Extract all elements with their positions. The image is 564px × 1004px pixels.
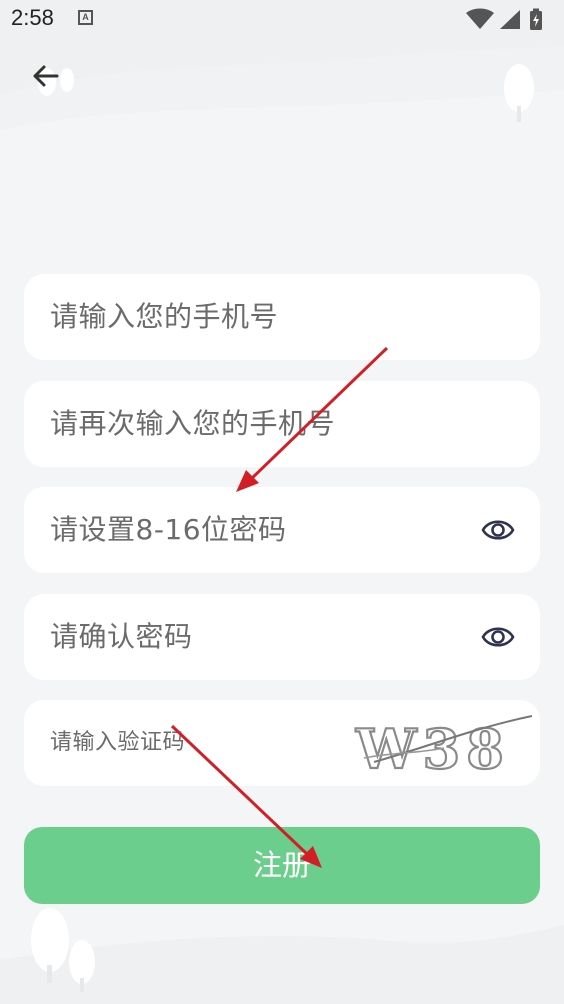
eye-icon[interactable] [481, 515, 515, 545]
captcha-placeholder: 请输入验证码 [50, 730, 186, 755]
phone-confirm-field[interactable]: 请再次输入您的手机号 [24, 381, 540, 467]
password-field[interactable]: 请设置8-16位密码 [24, 487, 540, 573]
status-bar: 2:58 A [0, 0, 564, 38]
password-confirm-field[interactable]: 请确认密码 [24, 594, 540, 680]
battery-charging-icon [530, 8, 542, 30]
eye-icon[interactable] [481, 622, 515, 652]
signal-icon [500, 10, 520, 29]
a-icon: A [78, 10, 93, 25]
wifi-icon [466, 8, 494, 29]
back-button[interactable] [26, 58, 66, 94]
phone-placeholder: 请输入您的手机号 [50, 300, 279, 333]
status-icons [466, 8, 542, 30]
captcha-image[interactable]: W38 [334, 708, 534, 780]
arrow-left-icon [33, 65, 59, 87]
register-button[interactable]: 注册 [24, 827, 540, 904]
status-time: 2:58 [11, 5, 54, 30]
phone-confirm-placeholder: 请再次输入您的手机号 [50, 407, 336, 440]
phone-field[interactable]: 请输入您的手机号 [24, 274, 540, 360]
password-confirm-placeholder: 请确认密码 [50, 620, 193, 653]
password-placeholder: 请设置8-16位密码 [50, 513, 287, 546]
captcha-field[interactable]: 请输入验证码 W38 [24, 700, 540, 786]
